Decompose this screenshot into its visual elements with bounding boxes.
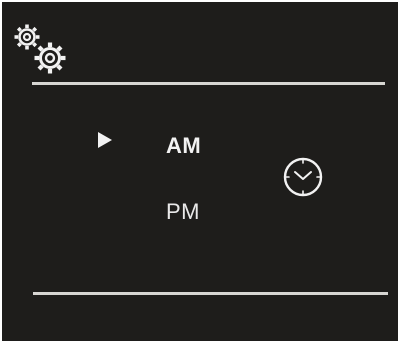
option-am[interactable]: AM <box>166 135 201 157</box>
time-format-screen: AM PM <box>2 2 398 341</box>
triangle-right-icon <box>98 132 112 148</box>
clock-icon <box>283 157 323 197</box>
option-pm[interactable]: PM <box>166 201 200 223</box>
gears-icon[interactable] <box>10 22 74 76</box>
bottom-divider <box>33 292 388 295</box>
top-divider <box>32 82 385 85</box>
